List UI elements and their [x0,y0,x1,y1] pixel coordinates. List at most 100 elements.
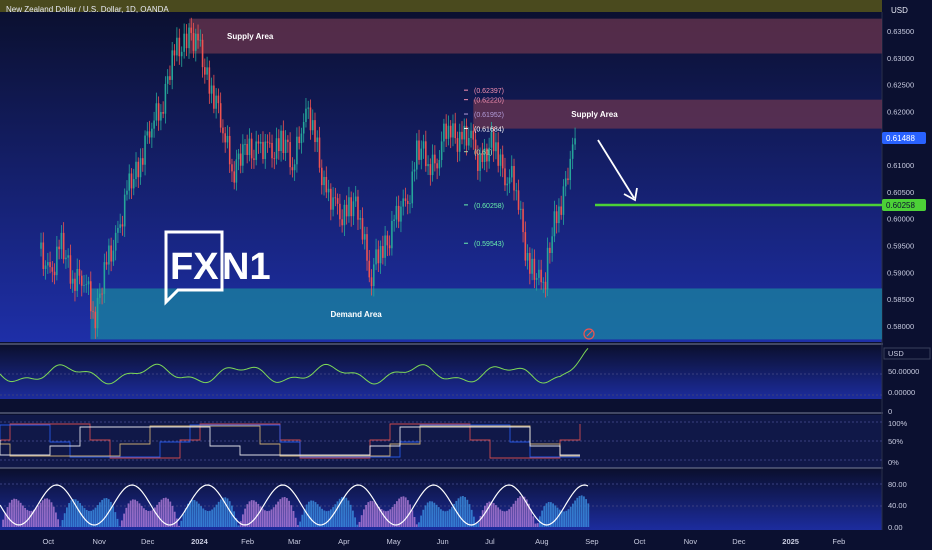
supply-zone[interactable] [189,18,882,54]
candle-body [176,37,178,56]
histogram-bar [290,505,293,527]
histogram-bar [512,503,515,527]
histogram-bar [17,500,20,527]
histogram-bar [305,504,308,527]
candle-body [409,203,411,205]
candle-body [178,37,181,57]
histogram-bar [270,509,273,527]
candle-body [271,142,273,159]
histogram-bar [325,511,328,527]
candle-body [555,211,558,224]
time-tick: May [387,537,401,546]
candle-body [436,163,438,169]
time-tick: Mar [288,537,301,546]
histogram-bar [442,510,444,527]
histogram-bar [506,510,508,527]
candle-body [289,142,291,168]
candle-body [522,208,524,233]
histogram-bar [167,498,169,527]
candle-body [89,281,92,312]
candle-body [542,281,545,283]
candle-body [244,143,246,145]
price-tick: 0.59500 [887,242,914,251]
histogram-bar [387,510,389,527]
histogram-bar [118,526,121,527]
histogram-bar [580,495,583,527]
candle-body [284,139,287,154]
demand-zone[interactable] [90,288,882,340]
histogram-bar [376,504,378,527]
supply-zone[interactable] [473,99,882,129]
svg-text:N1: N1 [222,246,271,288]
histogram-bar [567,509,570,527]
candle-body [231,164,233,172]
histogram-bar [228,501,231,527]
histogram-bar [587,503,590,527]
indicator-pane-1 [0,346,882,399]
histogram-bar [374,502,376,527]
price-tick: 0.63000 [887,54,914,63]
histogram-bar [462,496,464,527]
candle-body [567,178,569,181]
histogram-bar [545,503,548,527]
fib-label: (0.61) [474,150,492,157]
histogram-bar [437,507,440,527]
candle-body [314,120,316,143]
candle-body [325,176,328,193]
currency-badge[interactable]: USD [891,6,908,15]
candle-body [526,252,529,261]
histogram-bar [415,524,418,527]
candle-body [305,108,307,123]
histogram-bar [433,502,436,527]
histogram-bar [173,511,176,527]
candle-body [157,103,160,121]
candle-body [501,154,504,169]
candle-body [128,173,131,191]
candle-body [497,142,499,166]
histogram-bar [101,499,103,527]
histogram-bar [57,519,59,527]
price-tick: 0.62500 [887,81,914,90]
histogram-bar [66,507,68,527]
price-tick: 0.61000 [887,161,914,170]
candle-body [83,285,85,286]
candle-body [397,205,400,222]
histogram-bar [145,510,147,527]
time-tick: Oct [42,537,55,546]
candle-body [510,166,513,178]
candle-body [76,269,79,291]
histogram-bar [255,501,257,527]
indicator-tick: 0 [888,407,892,416]
candle-body [373,264,375,287]
chart-canvas[interactable]: Supply Area Supply Area Demand Area (0.623… [0,0,932,550]
candle-body [148,131,151,138]
histogram-bar [424,505,427,527]
histogram-bar [191,499,194,527]
candle-body [264,141,267,160]
candle-body [434,154,436,164]
candle-body [114,232,117,251]
candle-body [151,128,153,138]
histogram-bar [554,505,557,527]
histogram-bar [448,509,451,527]
histogram-bar [147,510,150,527]
indicator-tick: 0.00000 [888,388,915,397]
candle-body [282,130,285,154]
candle-body [298,136,300,144]
candle-body [391,220,393,249]
candle-body [386,235,389,246]
histogram-bar [217,501,220,527]
histogram-bar [420,515,422,527]
candle-body [213,85,215,109]
histogram-bar [541,510,543,527]
candle-body [190,27,193,33]
histogram-bar [310,500,312,527]
histogram-bar [345,497,348,527]
candle-body [293,164,296,171]
histogram-bar [429,501,431,527]
candle-body [49,262,51,268]
candle-body [201,39,204,68]
candle-body [197,33,199,41]
histogram-bar [440,509,442,527]
candle-body [438,159,441,169]
